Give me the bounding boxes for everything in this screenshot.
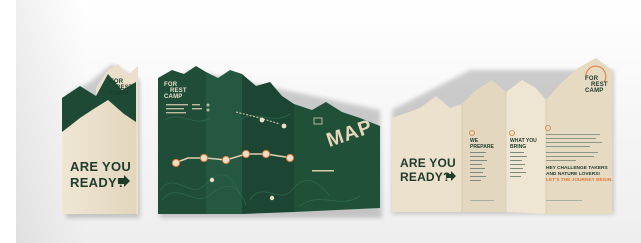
prepare-heading: WE PREPARE	[470, 138, 494, 151]
challenge-text: HEY CHALLENGE TAKERS AND NATURE LOVERS! …	[546, 166, 613, 185]
inside-footer-2	[546, 200, 582, 201]
inside-headline-line-1: ARE YOU	[400, 156, 456, 170]
cover-logo: FOR REST CAMP	[110, 79, 133, 97]
inside-logo-word-3: CAMP	[585, 88, 604, 94]
bring-heading-line-2: BRING	[510, 143, 527, 150]
product-photo: FOR REST CAMP ARE YOU READY? FOR REST CA…	[0, 0, 641, 243]
bring-heading: WHAT YOU BRING	[510, 138, 537, 151]
map-logo: FOR REST CAMP	[164, 82, 187, 100]
brochure-illustration	[62, 58, 614, 218]
inside-logo: FOR REST CAMP	[585, 76, 608, 94]
inside-headline-line-2: READY?	[400, 170, 451, 184]
cover-headline-line-1: ARE YOU	[70, 159, 132, 174]
logo-word-3: CAMP	[110, 91, 129, 97]
cover-headline-line-2: READY?	[70, 175, 126, 190]
map-logo-word-3: CAMP	[164, 94, 183, 100]
map-panel-2	[206, 70, 242, 214]
prepare-heading-line-2: PREPARE	[470, 143, 494, 150]
challenge-line-3: LET'S THE JOURNEY BEGIN.	[546, 178, 613, 184]
map-divider	[312, 170, 334, 172]
inside-footer-1	[470, 200, 494, 201]
